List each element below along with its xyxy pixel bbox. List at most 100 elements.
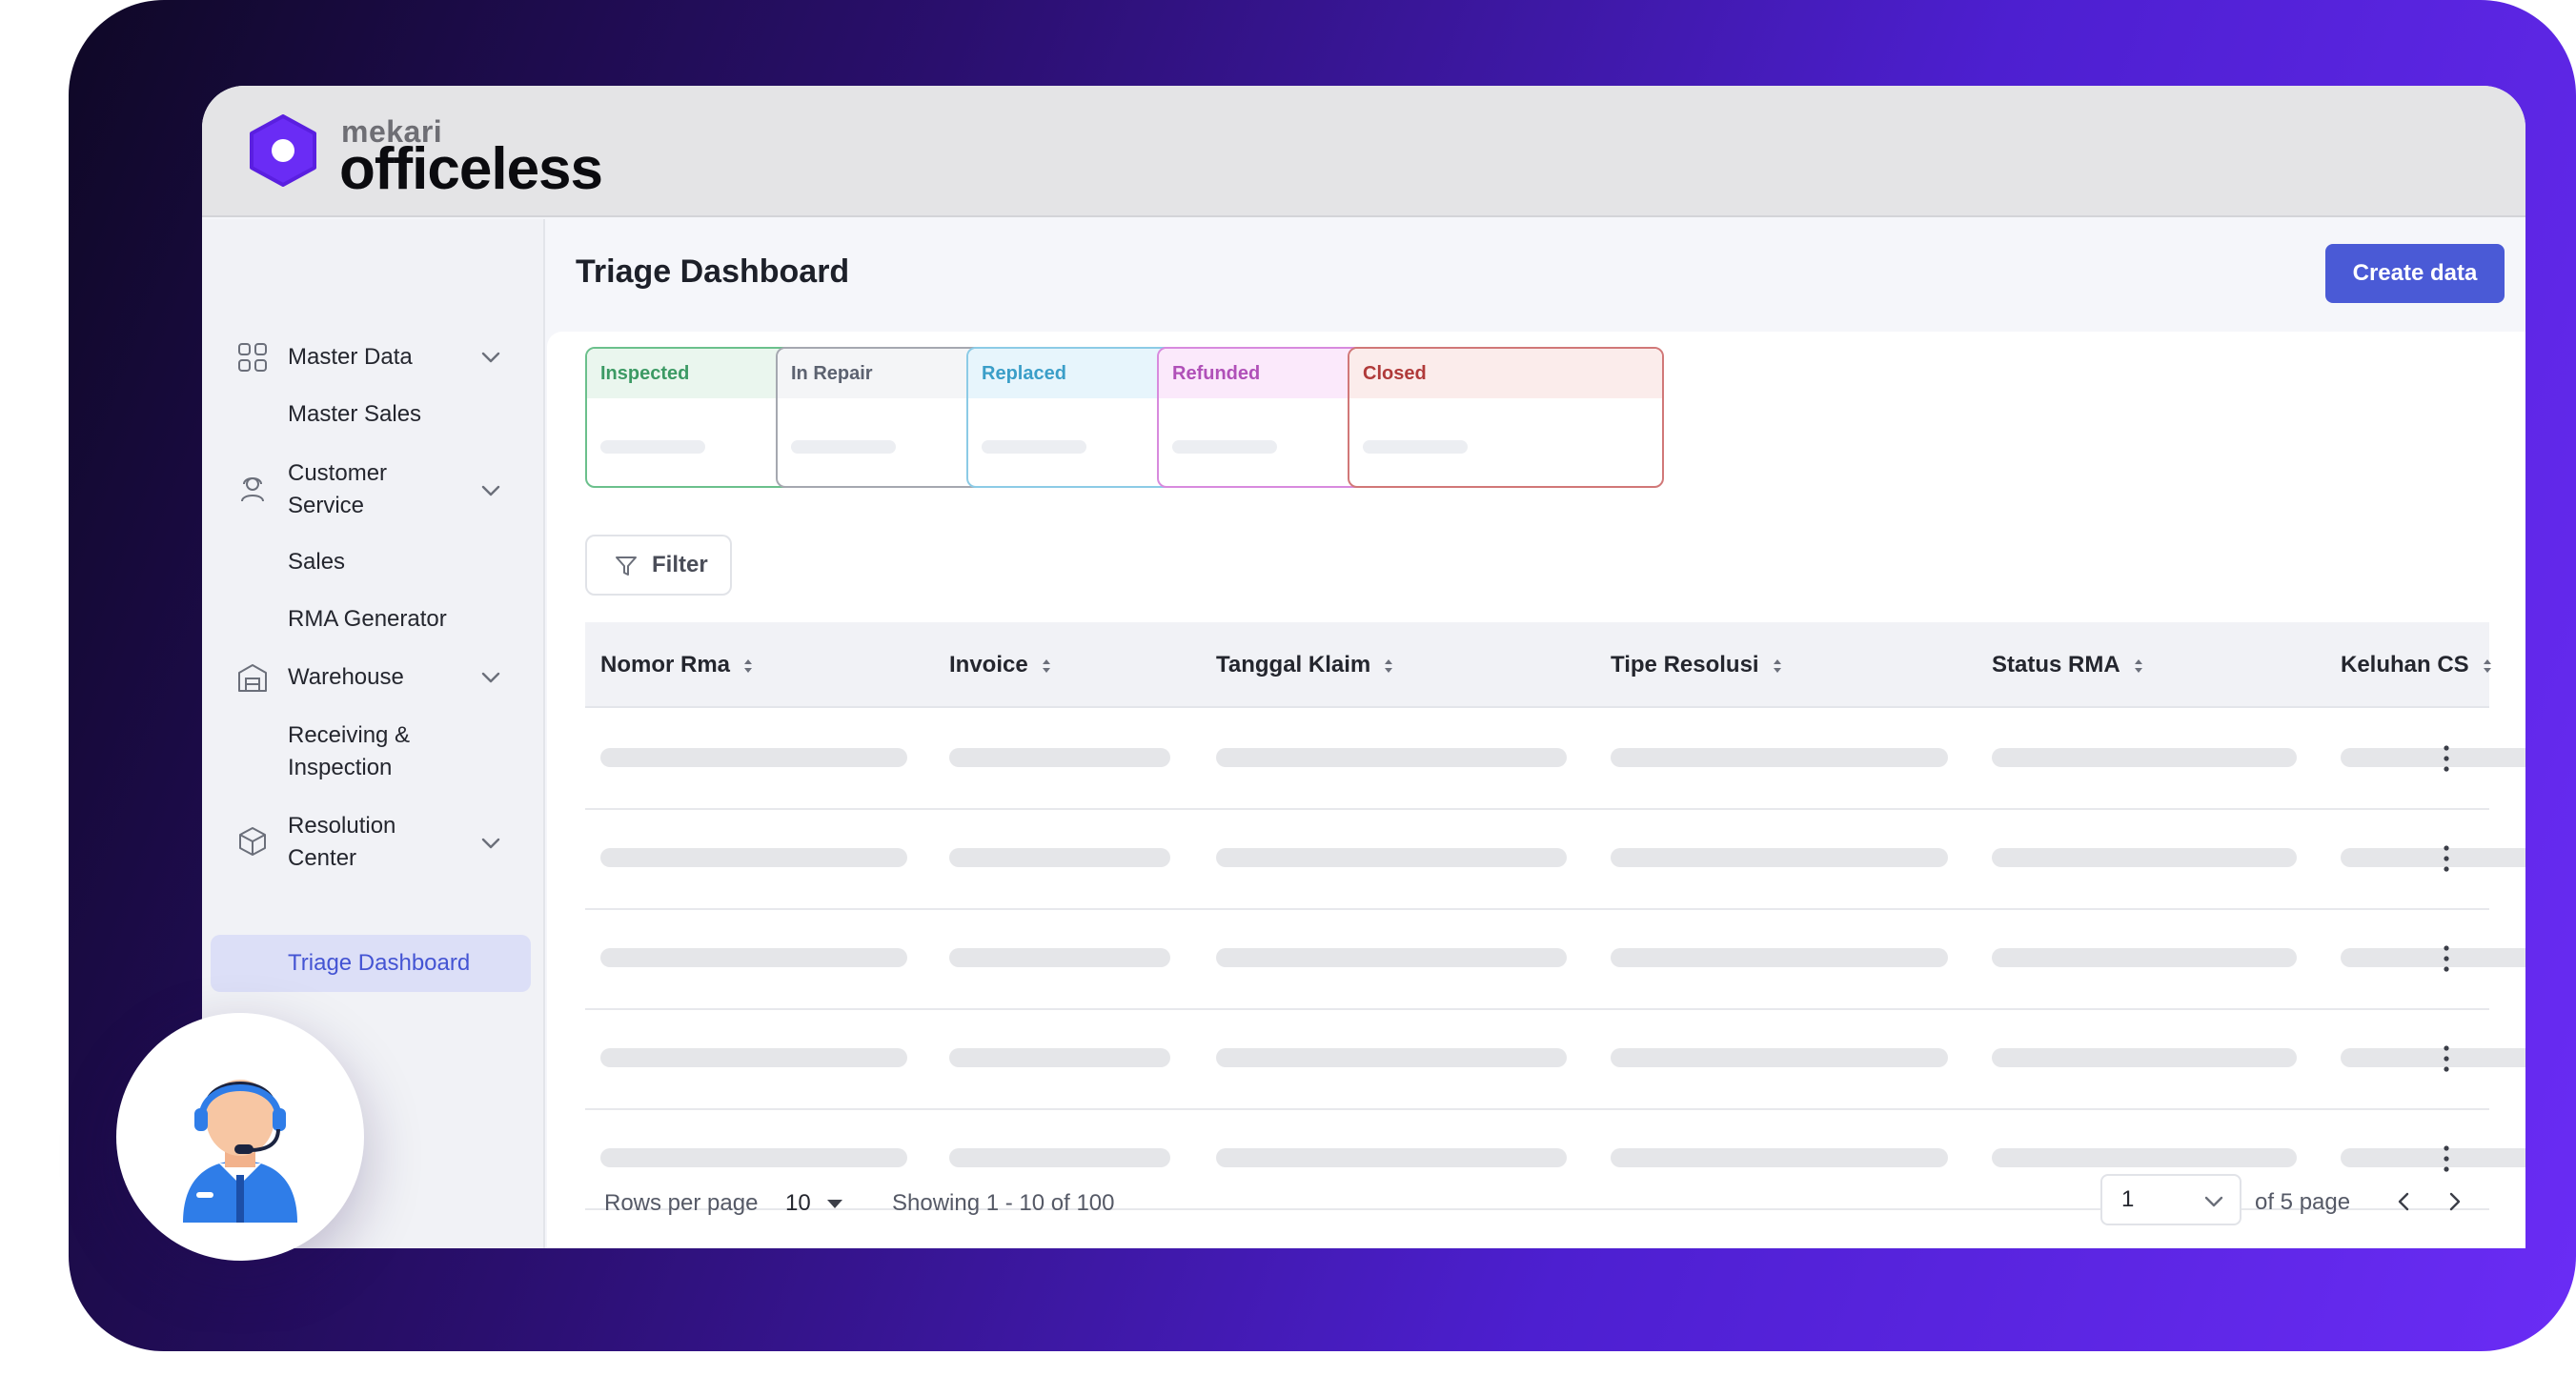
cell-placeholder bbox=[600, 1148, 907, 1167]
status-card-closed[interactable]: Closed bbox=[1348, 347, 1664, 488]
user-headset-icon bbox=[241, 477, 264, 502]
column-header[interactable]: Keluhan CS bbox=[2341, 649, 2494, 681]
cell-placeholder bbox=[949, 948, 1170, 967]
main-content: Triage Dashboard Create data Inspected In… bbox=[547, 219, 2525, 1248]
page-title: Triage Dashboard bbox=[576, 253, 850, 290]
cell-placeholder bbox=[949, 1048, 1170, 1067]
more-options-icon[interactable] bbox=[2440, 1143, 2453, 1175]
cell-placeholder bbox=[2341, 848, 2525, 867]
more-options-icon[interactable] bbox=[2440, 742, 2453, 775]
sidebar-item-label: Resolution Center bbox=[288, 813, 396, 871]
column-header-label: Nomor Rma bbox=[600, 652, 731, 678]
sidebar-item-label: Master Data bbox=[288, 344, 413, 370]
cell-placeholder bbox=[949, 848, 1170, 867]
column-header[interactable]: Nomor Rma bbox=[600, 649, 755, 681]
sidebar-item-sales[interactable]: Sales bbox=[288, 546, 345, 578]
column-header[interactable]: Tipe Resolusi bbox=[1611, 649, 1784, 681]
sort-icon[interactable] bbox=[2481, 657, 2494, 676]
chevron-down-icon bbox=[2204, 1196, 2223, 1207]
cell-placeholder bbox=[1611, 848, 1948, 867]
box-icon bbox=[239, 827, 266, 856]
caret-down-icon bbox=[827, 1200, 842, 1208]
cell-placeholder bbox=[1992, 748, 2297, 767]
cell-placeholder bbox=[1611, 1048, 1948, 1067]
chevron-down-icon[interactable] bbox=[478, 345, 503, 370]
chevron-down-icon[interactable] bbox=[478, 665, 503, 690]
cell-placeholder bbox=[2341, 1048, 2525, 1067]
cell-placeholder bbox=[2341, 1148, 2525, 1167]
cell-placeholder bbox=[1216, 948, 1567, 967]
table-header: Nomor Rma Invoice Tanggal Klaim Tipe Resolu… bbox=[585, 622, 2491, 708]
cell-placeholder bbox=[949, 1148, 1170, 1167]
cell-placeholder bbox=[2341, 948, 2525, 967]
create-data-button[interactable]: Create data bbox=[2325, 244, 2505, 303]
more-options-icon[interactable] bbox=[2440, 842, 2453, 875]
column-header[interactable]: Tanggal Klaim bbox=[1216, 649, 1395, 681]
filter-button[interactable]: Filter bbox=[585, 535, 732, 596]
sidebar-item-master-sales[interactable]: Master Sales bbox=[288, 398, 421, 431]
cell-placeholder bbox=[1992, 1048, 2297, 1067]
cell-placeholder bbox=[1611, 748, 1948, 767]
cell-placeholder bbox=[1216, 748, 1567, 767]
column-header-label: Invoice bbox=[949, 652, 1028, 678]
table-row[interactable] bbox=[585, 1010, 2525, 1110]
chevron-down-icon[interactable] bbox=[478, 831, 503, 856]
sidebar-item-label: Warehouse bbox=[288, 664, 404, 690]
column-header-label: Tanggal Klaim bbox=[1216, 652, 1371, 678]
next-page-icon[interactable] bbox=[2438, 1185, 2470, 1218]
cell-placeholder bbox=[1216, 1048, 1567, 1067]
cell-placeholder bbox=[1992, 948, 2297, 967]
cell-placeholder bbox=[1992, 848, 2297, 867]
showing-range: Showing 1 - 10 of 100 bbox=[892, 1190, 1115, 1216]
column-header[interactable]: Status RMA bbox=[1992, 649, 2145, 681]
rows-per-page-label: Rows per page bbox=[604, 1190, 759, 1216]
table-row[interactable] bbox=[585, 810, 2525, 910]
sort-icon[interactable] bbox=[2132, 657, 2145, 676]
logo-icon bbox=[250, 114, 316, 187]
status-card-label: Closed bbox=[1349, 349, 1662, 398]
column-header[interactable]: Invoice bbox=[949, 649, 1053, 681]
cell-placeholder bbox=[1611, 1148, 1948, 1167]
sidebar-item-rma-generator[interactable]: RMA Generator bbox=[288, 603, 447, 636]
cell-placeholder bbox=[600, 848, 907, 867]
grid-icon bbox=[238, 343, 267, 372]
content-panel: Inspected In Repair Replaced Refunded Closed… bbox=[547, 332, 2525, 1248]
count-placeholder bbox=[791, 440, 896, 454]
more-options-icon[interactable] bbox=[2440, 942, 2453, 975]
sidebar-item-label: Triage Dashboard bbox=[288, 950, 471, 976]
app-header: mekari officeless bbox=[202, 86, 2525, 217]
pagination: Rows per page 10 Showing 1 - 10 of 100 1… bbox=[547, 1174, 2525, 1244]
table-row[interactable] bbox=[585, 910, 2525, 1010]
cell-placeholder bbox=[1611, 948, 1948, 967]
count-placeholder bbox=[1172, 440, 1277, 454]
support-agent-icon bbox=[183, 1080, 297, 1223]
brand-name: officeless bbox=[339, 136, 603, 202]
count-placeholder bbox=[1363, 440, 1468, 454]
filter-icon bbox=[616, 556, 637, 576]
app-window: mekari officeless Master Data Master Sal… bbox=[202, 86, 2525, 1248]
more-options-icon[interactable] bbox=[2440, 1042, 2453, 1075]
column-header-label: Status RMA bbox=[1992, 652, 2120, 678]
sort-icon[interactable] bbox=[1040, 657, 1053, 676]
total-pages: of 5 page bbox=[2255, 1189, 2351, 1215]
cell-placeholder bbox=[600, 748, 907, 767]
sort-icon[interactable] bbox=[1771, 657, 1784, 676]
warehouse-icon bbox=[238, 664, 267, 692]
sort-icon[interactable] bbox=[741, 657, 755, 676]
page-select[interactable]: 1 bbox=[2100, 1174, 2241, 1225]
chevron-down-icon[interactable] bbox=[478, 478, 503, 503]
prev-page-icon[interactable] bbox=[2388, 1185, 2421, 1218]
cell-placeholder bbox=[1992, 1148, 2297, 1167]
sidebar-item-receiving-inspection[interactable]: Receiving & Inspection bbox=[288, 719, 478, 784]
count-placeholder bbox=[600, 440, 705, 454]
current-page: 1 bbox=[2121, 1186, 2135, 1212]
cell-placeholder bbox=[2341, 748, 2525, 767]
cell-placeholder bbox=[600, 1048, 907, 1067]
cell-placeholder bbox=[600, 948, 907, 967]
sort-icon[interactable] bbox=[1382, 657, 1395, 676]
filter-label: Filter bbox=[652, 552, 708, 577]
sidebar-item-label: Customer Service bbox=[288, 460, 388, 518]
cell-placeholder bbox=[1216, 1148, 1567, 1167]
count-placeholder bbox=[982, 440, 1086, 454]
table-row[interactable] bbox=[585, 710, 2525, 810]
